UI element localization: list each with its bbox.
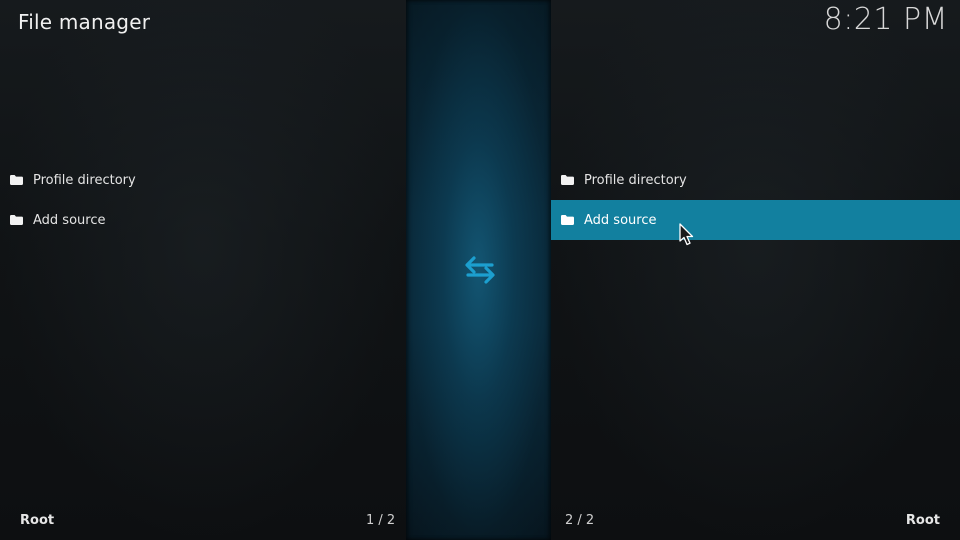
list-item-label: Add source [33,212,106,228]
mouse-pointer-icon [679,223,694,246]
swap-arrows-icon[interactable] [462,253,498,287]
right-item-add-source[interactable]: Add source [551,200,960,240]
list-item-label: Profile directory [584,172,687,188]
left-pane [0,0,406,540]
folder-icon [10,175,23,185]
list-item-label: Add source [584,212,657,228]
left-item-add-source[interactable]: Add source [0,200,406,240]
left-footer-count: 1 / 2 [366,513,396,528]
right-pane [551,0,960,540]
right-item-profile-directory[interactable]: Profile directory [551,160,960,200]
right-source-list: Profile directory Add source [551,160,960,240]
folder-icon [561,175,574,185]
list-item-label: Profile directory [33,172,136,188]
folder-icon [10,215,23,225]
right-footer-path: Root [905,513,940,528]
page-title: File manager [18,10,151,34]
right-footer-count: 2 / 2 [565,513,595,528]
folder-icon [561,215,574,225]
left-item-profile-directory[interactable]: Profile directory [0,160,406,200]
left-source-list: Profile directory Add source [0,160,406,240]
clock: 8:21 PM [823,2,948,37]
file-manager-screen: File manager 8:21 PM Profile directory A… [0,0,960,540]
left-footer-path: Root [20,513,55,528]
